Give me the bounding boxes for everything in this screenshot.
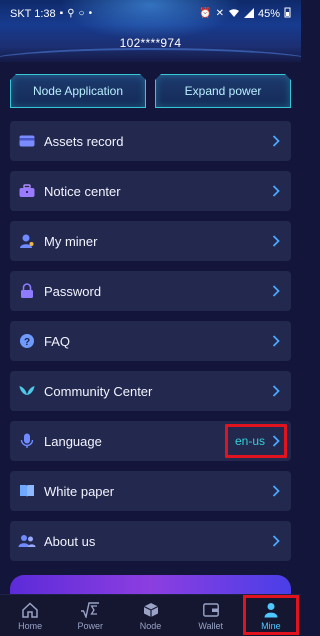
tab-label: Power bbox=[77, 620, 104, 631]
chevron-right-icon bbox=[271, 334, 281, 348]
status-bar: SKT 1:38 ▪ ⚲ ○ • ⏰ ✕ 45% bbox=[0, 0, 301, 28]
book-icon bbox=[18, 482, 36, 500]
top-buttons: Node Application Expand power bbox=[10, 74, 291, 108]
menu-item-faq[interactable]: ? FAQ bbox=[10, 321, 291, 361]
language-highlight-box bbox=[225, 424, 287, 458]
menu-item-label: FAQ bbox=[44, 333, 71, 349]
wallet-card-icon bbox=[18, 132, 36, 150]
menu-item-assets-record[interactable]: Assets record bbox=[10, 121, 291, 161]
wallet-icon bbox=[202, 601, 219, 619]
briefcase-icon bbox=[18, 182, 36, 200]
bottom-tab-bar: Home Power Node Wallet Mine bbox=[0, 594, 301, 636]
chevron-right-icon bbox=[271, 234, 281, 248]
lock-icon bbox=[18, 282, 36, 300]
user-key-icon bbox=[18, 232, 36, 250]
menu-item-label: Language bbox=[44, 433, 102, 449]
settings-menu: Assets record Notice center My miner Pas… bbox=[10, 121, 291, 571]
wings-icon bbox=[18, 382, 36, 400]
cube-icon bbox=[143, 601, 159, 619]
notification-icon: ▪ bbox=[59, 8, 64, 19]
battery-icon bbox=[284, 7, 291, 21]
sync-icon: ○ bbox=[78, 8, 85, 19]
menu-item-label: Community Center bbox=[44, 383, 153, 399]
battery-level: 45% bbox=[257, 8, 280, 20]
node-application-button[interactable]: Node Application bbox=[10, 74, 146, 108]
menu-item-password[interactable]: Password bbox=[10, 271, 291, 311]
users-icon bbox=[18, 532, 36, 550]
status-right: ⏰ ✕ 45% bbox=[199, 7, 291, 21]
signal-icon bbox=[243, 7, 254, 21]
tab-home[interactable]: Home bbox=[0, 595, 60, 636]
menu-item-label: White paper bbox=[44, 483, 115, 499]
tab-wallet[interactable]: Wallet bbox=[181, 595, 241, 636]
menu-item-language[interactable]: Language en-us bbox=[10, 421, 291, 461]
tab-label: Home bbox=[18, 620, 43, 631]
chevron-right-icon bbox=[271, 484, 281, 498]
chevron-right-icon bbox=[271, 534, 281, 548]
chevron-right-icon bbox=[271, 134, 281, 148]
mute-icon: ✕ bbox=[215, 8, 224, 19]
menu-item-notice-center[interactable]: Notice center bbox=[10, 171, 291, 211]
account-id: 102****974 bbox=[119, 36, 182, 50]
menu-item-label: About us bbox=[44, 533, 96, 549]
chevron-right-icon bbox=[271, 384, 281, 398]
header-curve bbox=[0, 48, 301, 62]
svg-text:?: ? bbox=[24, 337, 30, 348]
wifi-icon bbox=[228, 8, 240, 21]
mine-tab-highlight-box bbox=[242, 595, 300, 635]
chevron-right-icon bbox=[271, 284, 281, 298]
microphone-icon bbox=[18, 432, 36, 450]
status-time: SKT 1:38 bbox=[10, 8, 56, 20]
tab-label: Wallet bbox=[198, 620, 224, 631]
menu-item-white-paper[interactable]: White paper bbox=[10, 471, 291, 511]
home-icon bbox=[22, 601, 38, 619]
tab-label: Node bbox=[139, 620, 162, 631]
status-left: SKT 1:38 ▪ ⚲ ○ • bbox=[10, 8, 92, 20]
menu-item-label: Password bbox=[44, 283, 102, 299]
expand-power-button[interactable]: Expand power bbox=[155, 74, 291, 108]
menu-item-label: My miner bbox=[44, 233, 98, 249]
tab-node[interactable]: Node bbox=[120, 595, 180, 636]
menu-item-label: Notice center bbox=[44, 183, 121, 199]
question-icon: ? bbox=[18, 332, 36, 350]
menu-item-about-us[interactable]: About us bbox=[10, 521, 291, 561]
dot-icon: • bbox=[88, 8, 93, 19]
sqrt-sigma-icon bbox=[80, 601, 100, 619]
chevron-right-icon bbox=[271, 184, 281, 198]
tab-power[interactable]: Power bbox=[60, 595, 120, 636]
menu-item-my-miner[interactable]: My miner bbox=[10, 221, 291, 261]
menu-item-label: Assets record bbox=[44, 133, 124, 149]
link-icon: ⚲ bbox=[67, 8, 75, 19]
tab-mine[interactable]: Mine bbox=[241, 595, 301, 636]
menu-item-community-center[interactable]: Community Center bbox=[10, 371, 291, 411]
alarm-icon: ⏰ bbox=[199, 8, 212, 19]
